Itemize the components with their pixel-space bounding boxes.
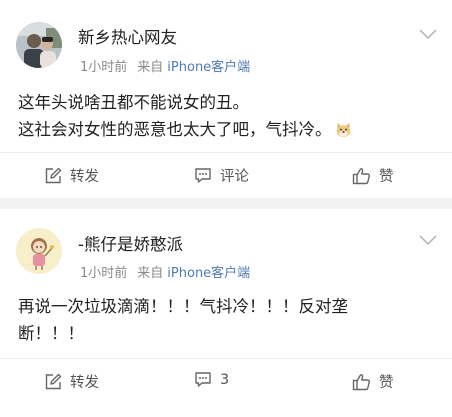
thumbs-up-icon bbox=[352, 167, 370, 184]
thumbs-up-icon bbox=[352, 373, 370, 390]
username[interactable]: 新乡热心网友 bbox=[78, 24, 177, 48]
edit-square-icon bbox=[45, 373, 62, 389]
comment-bubble-icon bbox=[195, 372, 211, 387]
post-line: 这社会对女性的恶意也太大了吧，气抖冷。 bbox=[18, 120, 332, 139]
doge-emoji-icon bbox=[336, 122, 350, 138]
post-line: 断！！！ bbox=[18, 324, 84, 343]
divider bbox=[0, 358, 452, 359]
post-line: 这年头说啥丑都不能说女的丑。 bbox=[18, 93, 249, 112]
source-prefix: 来自 bbox=[137, 266, 164, 281]
weibo-post-1: 新乡热心网友 1小时前 来自 iPhone客户端 这年头说啥丑都不能说女的丑。 这社… bbox=[0, 0, 452, 198]
comment-bubble-icon bbox=[195, 168, 211, 183]
avatar[interactable] bbox=[16, 22, 62, 68]
repost-button[interactable]: 转发 bbox=[44, 371, 99, 392]
post-line-with-emoji: 这社会对女性的恶意也太大了吧，气抖冷。 bbox=[18, 116, 438, 143]
client-link[interactable]: iPhone客户端 bbox=[167, 60, 250, 75]
avatar-photo-icon bbox=[16, 22, 62, 68]
like-label: 赞 bbox=[379, 169, 394, 185]
comment-button[interactable]: 评论 bbox=[194, 165, 249, 186]
repost-button[interactable]: 转发 bbox=[44, 165, 99, 186]
post-meta: 1小时前 来自 iPhone客户端 bbox=[80, 56, 250, 75]
comment-count: 3 bbox=[220, 371, 230, 388]
client-link[interactable]: iPhone客户端 bbox=[167, 266, 250, 281]
edit-square-icon bbox=[45, 167, 62, 183]
chevron-down-icon[interactable] bbox=[418, 234, 438, 246]
like-label: 赞 bbox=[379, 375, 394, 391]
source-prefix: 来自 bbox=[137, 60, 164, 75]
post-body: 再说一次垃圾滴滴！！！气抖冷！！！反对垄 断！！！ bbox=[18, 293, 428, 347]
repost-label: 转发 bbox=[70, 375, 99, 391]
chevron-down-icon[interactable] bbox=[418, 28, 438, 40]
comment-button[interactable]: 3 bbox=[194, 371, 229, 388]
like-button[interactable]: 赞 bbox=[352, 165, 394, 186]
post-meta: 1小时前 来自 iPhone客户端 bbox=[80, 262, 250, 281]
avatar[interactable] bbox=[16, 228, 62, 274]
post-line: 再说一次垃圾滴滴！！！气抖冷！！！反对垄 bbox=[18, 297, 348, 316]
post-body: 这年头说啥丑都不能说女的丑。 这社会对女性的恶意也太大了吧，气抖冷。 bbox=[18, 89, 438, 143]
divider bbox=[0, 152, 452, 153]
repost-label: 转发 bbox=[70, 169, 99, 185]
like-button[interactable]: 赞 bbox=[352, 371, 394, 392]
username[interactable]: -熊仔是娇憨派 bbox=[78, 231, 183, 255]
avatar-cartoon-icon bbox=[16, 228, 62, 274]
post-time: 1小时前 bbox=[80, 60, 128, 75]
comment-label: 评论 bbox=[220, 169, 249, 185]
post-time: 1小时前 bbox=[80, 266, 128, 281]
